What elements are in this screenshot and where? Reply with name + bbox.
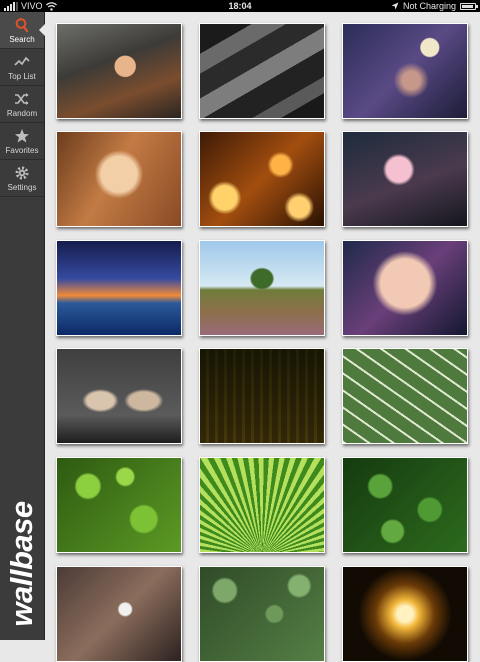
wallpaper-thumbnail[interactable] [342, 457, 468, 553]
wallpaper-thumbnail[interactable] [199, 457, 325, 553]
search-icon [15, 18, 29, 33]
shuffle-icon [15, 93, 29, 105]
sidebar-item-label: Settings [7, 183, 37, 192]
star-icon [15, 129, 29, 143]
thumbnail-image [57, 567, 181, 661]
sidebar-item-top-list[interactable]: Top List [0, 49, 44, 86]
sidebar-item-label: Search [9, 35, 35, 44]
gear-icon [15, 166, 29, 180]
wallpaper-thumbnail[interactable] [199, 131, 325, 227]
thumbnail-image [200, 349, 324, 443]
wallpaper-thumbnail[interactable] [56, 457, 182, 553]
wallpaper-thumbnail[interactable] [342, 23, 468, 119]
sidebar-item-settings[interactable]: Settings [0, 160, 44, 197]
thumbnail-image [343, 458, 467, 552]
wallpaper-thumbnail[interactable] [56, 566, 182, 662]
brand-wordmark: wallbase [4, 501, 39, 627]
wallpaper-thumbnail[interactable] [342, 566, 468, 662]
battery-icon [460, 2, 478, 10]
sidebar-item-label: Favorites [5, 146, 39, 155]
thumbnail-image [343, 132, 467, 226]
thumbnail-image [200, 458, 324, 552]
wallpaper-thumbnail[interactable] [199, 240, 325, 336]
thumbnail-image [343, 349, 467, 443]
sidebar-item-search[interactable]: Search [0, 12, 45, 49]
thumbnail-image [343, 567, 467, 661]
wallpaper-thumbnail[interactable] [56, 23, 182, 119]
wallpaper-thumbnail[interactable] [56, 131, 182, 227]
thumbnail-image [200, 567, 324, 661]
thumbnail-image [57, 24, 181, 118]
wallpaper-thumbnail[interactable] [342, 131, 468, 227]
thumbnail-image [57, 241, 181, 335]
wallpaper-thumbnail[interactable] [342, 240, 468, 336]
thumbnail-image [57, 349, 181, 443]
thumbnail-image [200, 241, 324, 335]
thumbnail-image [57, 132, 181, 226]
wallpaper-thumbnail[interactable] [342, 348, 468, 444]
wallpaper-thumbnail[interactable] [199, 348, 325, 444]
thumbnail-image [200, 132, 324, 226]
sidebar-item-random[interactable]: Random [0, 86, 44, 123]
wallpaper-thumbnail[interactable] [56, 348, 182, 444]
sidebar-item-label: Random [6, 109, 38, 118]
sidebar: Search Top List Random Favorites Setting… [0, 12, 45, 640]
thumbnail-image [200, 24, 324, 118]
sidebar-item-favorites[interactable]: Favorites [0, 123, 44, 160]
status-bar: VIVO 18:04 Not Charging [0, 0, 480, 12]
thumbnail-image [57, 458, 181, 552]
charging-status: Not Charging [402, 1, 456, 11]
sidebar-item-label: Top List [8, 72, 36, 81]
trending-icon [14, 56, 30, 66]
thumbnail-image [343, 24, 467, 118]
status-right: Not Charging [391, 0, 478, 12]
location-arrow-icon [391, 2, 399, 10]
thumbnail-image [343, 241, 467, 335]
app-logo: wallbase [2, 494, 42, 634]
wallpaper-thumbnail[interactable] [199, 566, 325, 662]
wallpaper-thumbnail[interactable] [56, 240, 182, 336]
wallpaper-thumbnail[interactable] [199, 23, 325, 119]
